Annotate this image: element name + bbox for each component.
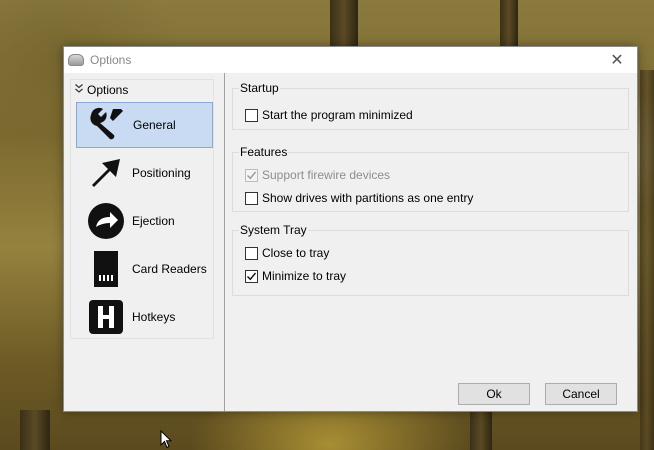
- group-title-startup: Startup: [239, 81, 280, 95]
- system-tray-group: System Tray Close to tray Minimize to tr…: [232, 223, 629, 296]
- cancel-button[interactable]: Cancel: [545, 383, 617, 405]
- sidebar-item-positioning[interactable]: Positioning: [76, 150, 213, 196]
- window-title: Options: [90, 53, 132, 67]
- close-to-tray-option[interactable]: Close to tray: [245, 246, 329, 260]
- app-icon: [68, 54, 84, 66]
- close-button[interactable]: ✕: [597, 47, 637, 73]
- mouse-pointer-icon: [160, 429, 173, 450]
- group-title-features: Features: [239, 145, 289, 159]
- checkbox-label: Show drives with partitions as one entry: [262, 191, 474, 205]
- sidebar-item-label: General: [133, 118, 176, 132]
- wrench-icon: [87, 105, 127, 145]
- start-minimized-option[interactable]: Start the program minimized: [245, 108, 413, 122]
- checkbox-label: Support firewire devices: [262, 168, 391, 182]
- background-tree-trunk: [20, 410, 50, 450]
- checkbox-label: Close to tray: [262, 246, 330, 260]
- checkbox-partitions-one-entry[interactable]: [245, 191, 258, 205]
- background-tree-trunk: [500, 0, 518, 48]
- checkbox-start-minimized[interactable]: [245, 108, 258, 122]
- sidebar-item-label: Ejection: [132, 214, 175, 228]
- sidebar-item-hotkeys[interactable]: Hotkeys: [76, 294, 213, 340]
- sd-card-icon: [86, 249, 126, 289]
- checkbox-label: Minimize to tray: [262, 269, 347, 283]
- sidebar-item-label: Positioning: [132, 166, 191, 180]
- double-chevron-down-icon: [75, 83, 83, 97]
- options-dialog: Options ✕ Options General Positioning Ej…: [63, 46, 638, 412]
- checkbox-close-to-tray[interactable]: [245, 246, 258, 260]
- sidebar-item-label: Card Readers: [132, 262, 207, 276]
- background-tree-trunk: [640, 70, 654, 450]
- eject-arrow-icon: [86, 201, 126, 241]
- arrow-icon: [86, 153, 126, 193]
- support-firewire-option: Support firewire devices: [245, 168, 390, 182]
- startup-group: Startup Start the program minimized: [232, 81, 629, 130]
- sidebar-item-label: Hotkeys: [132, 310, 176, 324]
- options-sidebar: Options General Positioning Ejection Car…: [70, 79, 214, 339]
- sidebar-item-ejection[interactable]: Ejection: [76, 198, 213, 244]
- background-tree-trunk: [470, 410, 492, 450]
- title-bar[interactable]: Options ✕: [64, 47, 637, 73]
- sidebar-item-general[interactable]: General: [76, 102, 213, 148]
- sidebar-item-card-readers[interactable]: Card Readers: [76, 246, 213, 292]
- background-tree-trunk: [330, 0, 358, 48]
- group-title-system-tray: System Tray: [239, 223, 308, 237]
- sidebar-header[interactable]: Options: [71, 80, 213, 100]
- features-group: Features Support firewire devices Show d…: [232, 145, 629, 212]
- checkbox-minimize-to-tray[interactable]: [245, 269, 258, 283]
- minimize-to-tray-option[interactable]: Minimize to tray: [245, 269, 346, 283]
- checkbox-support-firewire: [245, 168, 258, 182]
- sidebar-header-label: Options: [87, 83, 129, 97]
- ok-button[interactable]: Ok: [458, 383, 530, 405]
- partitions-one-entry-option[interactable]: Show drives with partitions as one entry: [245, 191, 473, 205]
- h-key-icon: [86, 297, 126, 337]
- checkbox-label: Start the program minimized: [262, 108, 413, 122]
- panel-divider: [224, 73, 225, 411]
